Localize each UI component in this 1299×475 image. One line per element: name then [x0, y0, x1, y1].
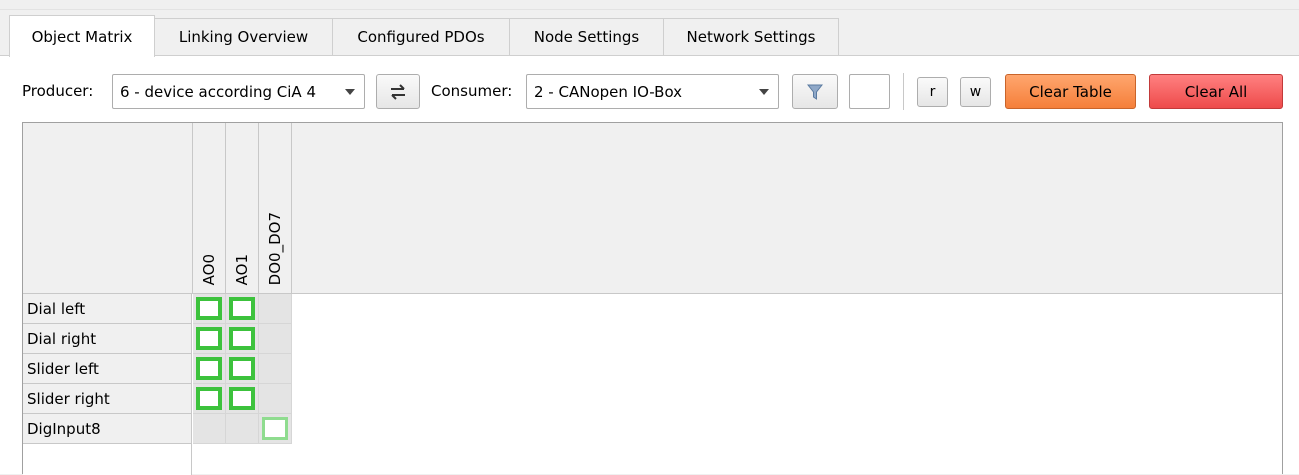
clear-all-button[interactable]: Clear All: [1149, 74, 1283, 109]
tab-label: Object Matrix: [31, 27, 133, 46]
link-checkbox[interactable]: [196, 327, 222, 350]
write-label: w: [969, 84, 982, 100]
tab-network-settings[interactable]: Network Settings: [663, 18, 839, 55]
matrix-cell[interactable]: [226, 324, 259, 354]
consumer-value: 2 - CANopen IO-Box: [534, 82, 683, 101]
matrix-cell[interactable]: [193, 324, 226, 354]
column-label: AO1: [233, 253, 251, 285]
column-label: AO0: [200, 253, 218, 285]
clear-table-button[interactable]: Clear Table: [1005, 74, 1136, 109]
funnel-filter-icon: [807, 84, 823, 100]
producer-value: 6 - device according CiA 4: [120, 82, 316, 101]
link-checkbox[interactable]: [262, 417, 288, 440]
link-checkbox[interactable]: [196, 357, 222, 380]
matrix-cell: [193, 414, 226, 444]
link-checkbox[interactable]: [229, 297, 255, 320]
column-header-area: [193, 123, 1282, 294]
row-header-dial-left[interactable]: Dial left: [23, 294, 192, 324]
tab-bar: Object Matrix Linking Overview Configure…: [0, 0, 1299, 57]
swap-button[interactable]: [376, 74, 420, 109]
row-label: Dial right: [27, 329, 97, 348]
column-header-ao1[interactable]: AO1: [226, 123, 259, 293]
matrix-cell[interactable]: [193, 384, 226, 414]
matrix-cell: [259, 354, 292, 384]
object-matrix-table: AO0 AO1 DO0_DO7 Dial left Dial right Sli…: [22, 122, 1283, 475]
clear-all-label: Clear All: [1184, 82, 1248, 101]
swap-arrows-icon: [391, 83, 405, 100]
chevron-down-icon: [759, 89, 769, 95]
column-header-do0-do7[interactable]: DO0_DO7: [259, 123, 292, 293]
tab-configured-pdos[interactable]: Configured PDOs: [332, 18, 510, 55]
link-checkbox[interactable]: [196, 387, 222, 410]
row-header-empty: [23, 444, 192, 475]
row-label: Dial left: [27, 299, 86, 318]
tab-node-settings[interactable]: Node Settings: [509, 18, 664, 55]
tab-label: Network Settings: [686, 28, 816, 46]
filter-input[interactable]: [849, 74, 890, 109]
write-button[interactable]: w: [960, 77, 991, 107]
tabbar-top-line: [0, 9, 1299, 10]
matrix-cell[interactable]: [226, 354, 259, 384]
row-header-slider-left[interactable]: Slider left: [23, 354, 192, 384]
matrix-cell: [259, 324, 292, 354]
matrix-cell[interactable]: [259, 414, 292, 444]
consumer-combobox[interactable]: 2 - CANopen IO-Box: [526, 74, 779, 109]
matrix-cell: [226, 414, 259, 444]
chevron-down-icon: [345, 89, 355, 95]
toolbar-separator: [903, 73, 904, 110]
tab-linking-overview[interactable]: Linking Overview: [154, 18, 333, 55]
tab-label: Configured PDOs: [357, 28, 485, 46]
matrix-cell: [259, 384, 292, 414]
column-label: DO0_DO7: [266, 211, 284, 285]
read-button[interactable]: r: [917, 77, 948, 107]
clear-table-label: Clear Table: [1029, 82, 1112, 101]
consumer-label: Consumer:: [431, 82, 513, 100]
matrix-cell[interactable]: [193, 354, 226, 384]
row-label: Slider left: [27, 359, 99, 378]
link-checkbox[interactable]: [196, 297, 222, 320]
row-header-dial-right[interactable]: Dial right: [23, 324, 192, 354]
row-header-slider-right[interactable]: Slider right: [23, 384, 192, 414]
tab-label: Linking Overview: [178, 28, 309, 46]
tab-label: Node Settings: [533, 28, 640, 46]
filter-button[interactable]: [792, 74, 838, 109]
matrix-cell[interactable]: [226, 294, 259, 324]
matrix-cell: [259, 294, 292, 324]
table-corner: [23, 123, 193, 294]
tab-object-matrix[interactable]: Object Matrix: [9, 15, 155, 57]
row-label: DigInput8: [27, 419, 101, 438]
row-label: Slider right: [27, 389, 110, 408]
matrix-cell[interactable]: [193, 294, 226, 324]
matrix-cell[interactable]: [226, 384, 259, 414]
link-checkbox[interactable]: [229, 387, 255, 410]
producer-label: Producer:: [22, 82, 94, 100]
column-header-ao0[interactable]: AO0: [193, 123, 226, 293]
row-header-diginput8[interactable]: DigInput8: [23, 414, 192, 444]
link-checkbox[interactable]: [229, 327, 255, 350]
read-label: r: [929, 84, 936, 100]
link-checkbox[interactable]: [229, 357, 255, 380]
producer-combobox[interactable]: 6 - device according CiA 4: [112, 74, 365, 109]
